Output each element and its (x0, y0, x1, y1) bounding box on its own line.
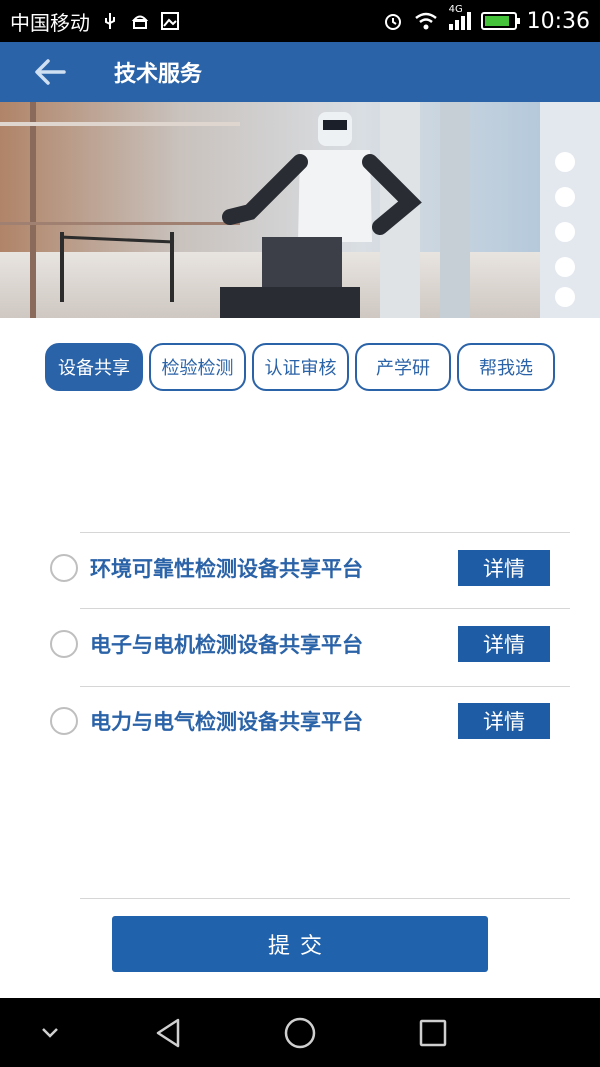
android-icon (131, 15, 149, 29)
category-tabs: 设备共享 检验检测 认证审核 产学研 帮我选 (45, 343, 555, 391)
tab-equipment-sharing[interactable]: 设备共享 (45, 343, 143, 391)
arrow-left-icon (35, 59, 66, 85)
alarm-icon (384, 14, 401, 30)
clock: 10:36 (526, 8, 590, 34)
system-nav-bar (0, 998, 600, 1067)
wifi-icon (414, 12, 437, 30)
back-button[interactable] (0, 42, 100, 102)
triangle-back-icon (156, 1018, 180, 1047)
detail-button[interactable]: 详情 (458, 626, 550, 662)
detail-button[interactable]: 详情 (458, 703, 550, 739)
tab-industry-research[interactable]: 产学研 (355, 343, 451, 391)
recents-nav-button[interactable] (405, 998, 461, 1067)
circle-home-icon (284, 1017, 316, 1048)
app-bar: 技术服务 (0, 42, 600, 102)
signal-icon: 4G (448, 4, 471, 30)
home-nav-button[interactable] (272, 998, 328, 1067)
list-item[interactable]: 环境可靠性检测设备共享平台 详情 (40, 530, 560, 606)
tab-certification-audit[interactable]: 认证审核 (252, 343, 349, 391)
list-item[interactable]: 电力与电气检测设备共享平台 详情 (40, 683, 560, 759)
footer-divider (80, 898, 570, 899)
page-title: 技术服务 (114, 62, 203, 87)
radio-button[interactable] (50, 630, 78, 658)
submit-button[interactable]: 提交 (112, 916, 488, 972)
tab-inspection-testing[interactable]: 检验检测 (149, 343, 246, 391)
tab-help-me-choose[interactable]: 帮我选 (457, 343, 555, 391)
radio-button[interactable] (50, 707, 78, 735)
back-nav-button[interactable] (140, 998, 196, 1067)
chevron-down-icon (42, 1027, 58, 1038)
square-recents-icon (419, 1019, 447, 1046)
image-icon (161, 12, 179, 30)
usb-icon (105, 13, 115, 29)
hide-keyboard-button[interactable] (30, 998, 70, 1067)
battery-icon (480, 12, 520, 30)
status-bar: 中国移动 4G 10:36 (0, 0, 600, 42)
list-item[interactable]: 电子与电机检测设备共享平台 详情 (40, 606, 560, 682)
radio-button[interactable] (50, 554, 78, 582)
hero-banner-image (0, 102, 600, 318)
network-type-label: 4G (448, 4, 463, 15)
carrier-label: 中国移动 (10, 10, 90, 35)
detail-button[interactable]: 详情 (458, 550, 550, 586)
